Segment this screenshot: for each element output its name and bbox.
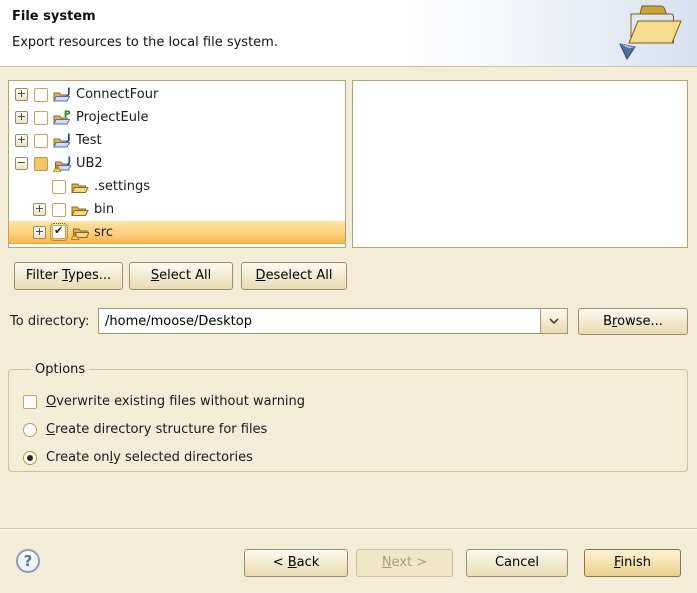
tree-item-label: UB2 <box>76 156 103 171</box>
browse-button[interactable]: Browse... <box>578 308 688 335</box>
resource-tree: + ConnectFour + ProjectEule + Test − UB2 <box>8 80 346 248</box>
directory-combo <box>98 308 568 334</box>
options-legend: Options <box>31 362 89 377</box>
select-all-button[interactable]: Select All <box>129 262 233 290</box>
filter-types-button[interactable]: Filter Types... <box>14 262 123 290</box>
next-button: Next > <box>356 549 453 577</box>
help-button[interactable]: ? <box>16 549 40 573</box>
directory-input[interactable] <box>99 309 540 333</box>
finish-button[interactable]: Finish <box>584 549 681 577</box>
back-button[interactable]: < Back <box>244 549 348 577</box>
java-project-icon <box>53 133 71 149</box>
create-structure-label: Create directory structure for files <box>46 422 267 437</box>
overwrite-checkbox[interactable] <box>23 395 37 409</box>
folder-icon <box>71 202 89 218</box>
project-p-icon <box>53 110 71 126</box>
tree-item-label: ProjectEule <box>76 110 149 125</box>
tree-checkbox[interactable] <box>52 225 66 239</box>
create-structure-radio[interactable] <box>23 423 37 437</box>
create-selected-label: Create only selected directories <box>46 450 253 465</box>
tree-item-label: bin <box>94 202 114 217</box>
create-selected-radio[interactable] <box>23 451 37 465</box>
tree-checkbox[interactable] <box>52 203 66 217</box>
overwrite-option: Overwrite existing files without warning <box>23 388 687 415</box>
tree-checkbox[interactable] <box>34 157 48 171</box>
cancel-button[interactable]: Cancel <box>466 549 568 577</box>
java-project-icon <box>53 87 71 103</box>
footer-divider <box>0 528 697 530</box>
java-project-warning-icon <box>53 156 71 172</box>
wizard-header: File system Export resources to the loca… <box>0 0 697 67</box>
page-subtitle: Export resources to the local file syste… <box>12 35 278 50</box>
tree-expander-icon[interactable]: + <box>33 203 46 216</box>
question-mark-icon: ? <box>24 552 33 570</box>
folder-warning-icon <box>71 224 89 240</box>
tree-item-label: Test <box>76 133 102 148</box>
tree-row[interactable]: + Test <box>9 129 345 152</box>
tree-expander-icon[interactable]: − <box>15 157 28 170</box>
tree-item-label: ConnectFour <box>76 87 158 102</box>
page-title: File system <box>12 9 96 24</box>
create-structure-option: Create directory structure for files <box>23 416 687 443</box>
tree-item-label: .settings <box>94 179 150 194</box>
to-directory-label: To directory: <box>10 314 89 329</box>
tree-row[interactable]: + bin <box>9 198 345 221</box>
tree-row[interactable]: − UB2 <box>9 152 345 175</box>
tree-row[interactable]: + ProjectEule <box>9 106 345 129</box>
tree-checkbox[interactable] <box>34 134 48 148</box>
file-list-panel[interactable] <box>352 80 688 248</box>
tree-expander-icon[interactable]: + <box>15 134 28 147</box>
directory-dropdown-button[interactable] <box>540 309 567 333</box>
tree-row[interactable]: .settings <box>9 175 345 198</box>
export-folder-icon <box>615 1 687 65</box>
folder-icon <box>71 179 89 195</box>
tree-expander-icon[interactable]: + <box>33 226 46 239</box>
tree-expander-icon[interactable]: + <box>15 88 28 101</box>
create-selected-option: Create only selected directories <box>23 444 687 471</box>
overwrite-label: Overwrite existing files without warning <box>46 394 305 409</box>
tree-item-label: src <box>94 225 113 240</box>
tree-checkbox[interactable] <box>52 180 66 194</box>
tree-row[interactable]: + ConnectFour <box>9 83 345 106</box>
export-wizard-dialog: File system Export resources to the loca… <box>0 0 697 593</box>
tree-checkbox[interactable] <box>34 111 48 125</box>
deselect-all-button[interactable]: Deselect All <box>241 262 347 290</box>
chevron-down-icon <box>549 318 559 324</box>
tree-expander-icon[interactable]: + <box>15 111 28 124</box>
tree-row[interactable]: + src <box>9 221 345 244</box>
options-group: Options Overwrite existing files without… <box>8 362 688 472</box>
tree-checkbox[interactable] <box>34 88 48 102</box>
